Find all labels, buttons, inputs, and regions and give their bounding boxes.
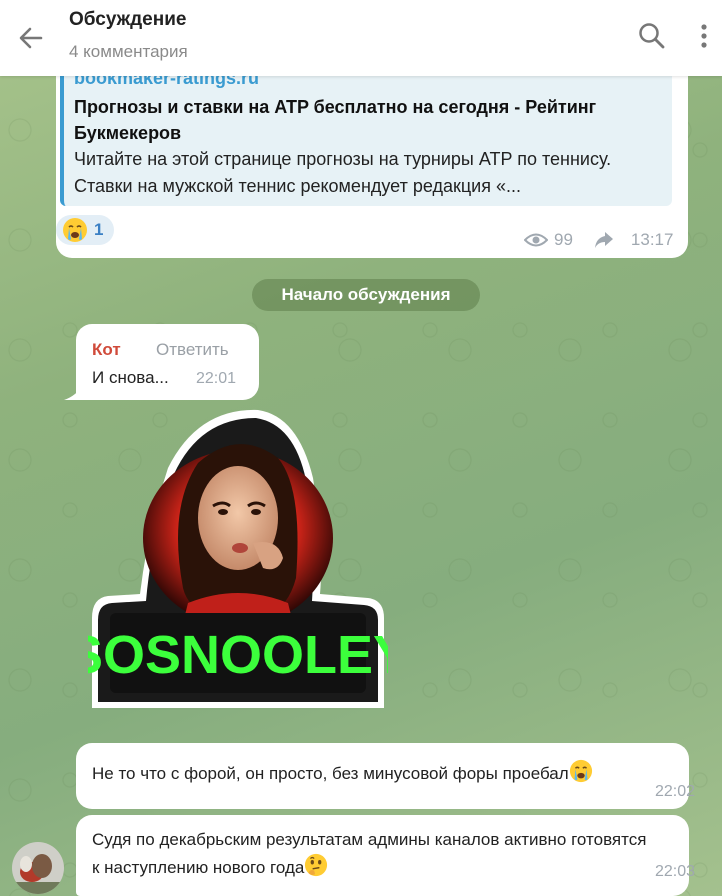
message-text: Не то что с форой, он просто, без минусо…: [92, 759, 593, 784]
message-text-content: Не то что с форой, он просто, без минусо…: [92, 764, 569, 783]
top-bar: Обсуждение 4 комментария: [0, 0, 722, 76]
share-icon: [594, 232, 613, 248]
reaction-count: 1: [94, 220, 104, 239]
discussion-start-chip: Начало обсуждения: [252, 279, 480, 311]
eye-icon: [524, 233, 548, 247]
more-button[interactable]: [694, 22, 714, 52]
chat-title: Обсуждение: [69, 9, 187, 30]
message-author[interactable]: Кот: [92, 340, 121, 360]
message-time: 22:01: [196, 370, 237, 387]
back-button[interactable]: [14, 20, 50, 56]
link-description: Читайте на этой странице прогнозы на тур…: [74, 149, 612, 196]
reply-button[interactable]: Ответить: [156, 340, 229, 360]
message-bubble[interactable]: Кот Ответить И снова... 22:01: [76, 324, 259, 400]
arrow-left-icon: [19, 27, 43, 49]
message-text: И снова...: [92, 368, 169, 387]
search-button[interactable]: [636, 20, 668, 52]
view-count: 99: [554, 230, 573, 249]
post-meta: 99 13:17: [524, 229, 673, 251]
link-title: Прогнозы и ставки на ATP бесплатно на се…: [74, 97, 597, 143]
message-text-content: Судя по декабрьским результатам админы к…: [92, 830, 647, 877]
message-text: Судя по декабрьским результатам админы к…: [92, 827, 652, 881]
message-time: 22:02: [655, 783, 696, 800]
message-bubble[interactable]: Судя по декабрьским результатам админы к…: [76, 815, 695, 896]
comment-count: 4 комментария: [69, 42, 188, 61]
link-preview[interactable]: bookmaker-ratings.ru Прогнозы и ставки н…: [60, 58, 672, 206]
thinking-face-icon: [305, 853, 328, 877]
message-bubble[interactable]: Не то что с форой, он просто, без минусо…: [76, 743, 695, 809]
crying-face-icon: [569, 759, 592, 783]
user-avatar-image: [12, 842, 64, 894]
reaction-chip[interactable]: 1: [56, 215, 114, 245]
search-icon: [639, 23, 665, 49]
sticker[interactable]: SOSNOOLEY: [88, 408, 388, 708]
post-time: 13:17: [630, 230, 674, 249]
message-time: 22:03: [655, 863, 696, 880]
sticker-caption: SOSNOOLEY: [88, 625, 388, 685]
more-vertical-icon: [701, 24, 707, 48]
crying-face-icon: [63, 218, 87, 242]
avatar[interactable]: [12, 842, 64, 894]
